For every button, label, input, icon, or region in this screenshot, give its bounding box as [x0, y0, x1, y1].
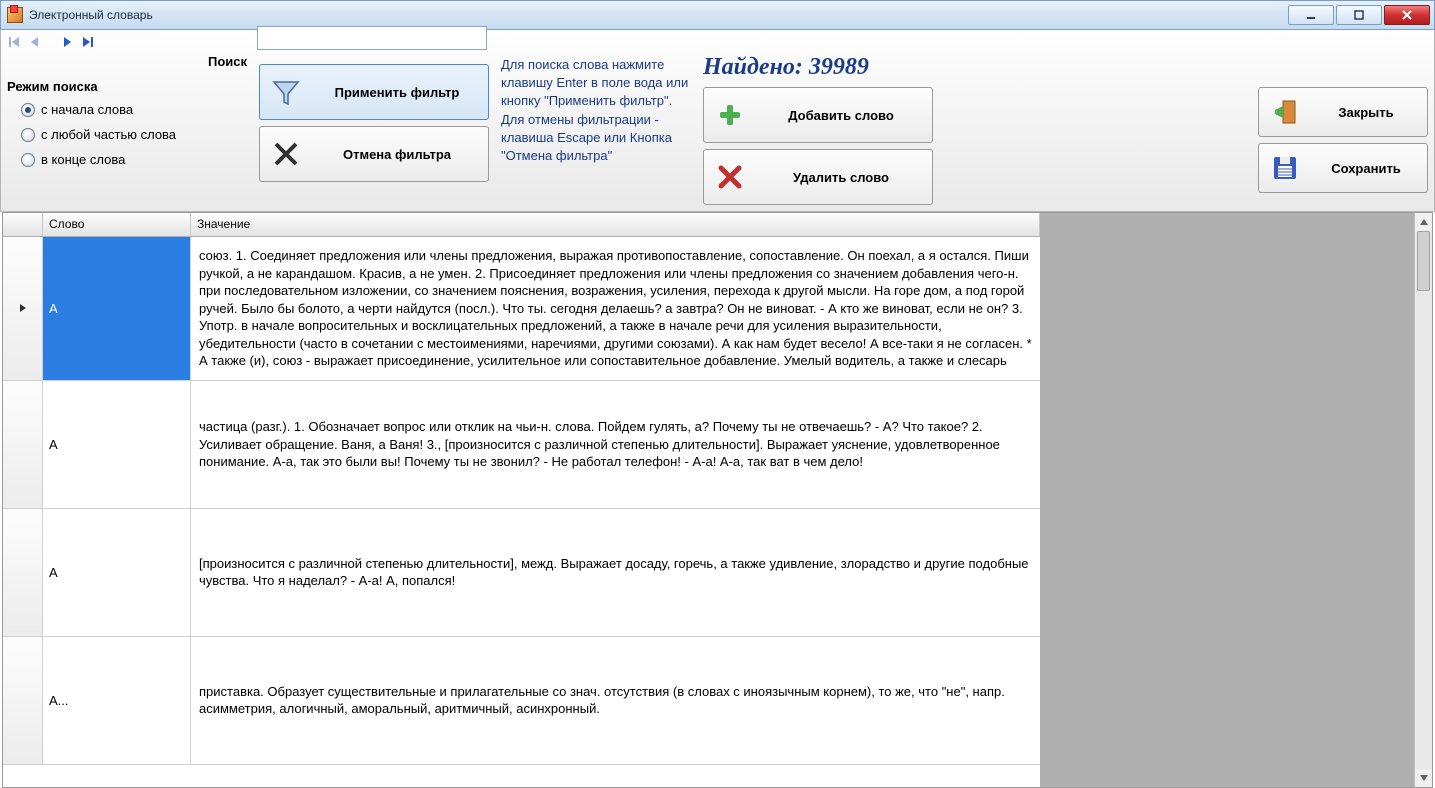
floppy-disk-icon: [1267, 150, 1303, 186]
cell-word[interactable]: А: [43, 381, 191, 508]
data-grid-container: Слово Значение А союз. 1. Соединяет пред…: [2, 212, 1433, 788]
delete-word-button[interactable]: Удалить слово: [703, 149, 933, 205]
prev-record-button[interactable]: [27, 34, 43, 50]
cell-word[interactable]: А...: [43, 637, 191, 764]
button-label: Применить фильтр: [314, 85, 480, 100]
apply-filter-button[interactable]: Применить фильтр: [259, 64, 489, 120]
record-navigator: [7, 32, 1428, 52]
grid-empty-area: [1040, 213, 1414, 787]
mode-start-radio[interactable]: с начала слова: [21, 102, 233, 117]
cancel-filter-button[interactable]: Отмена фильтра: [259, 126, 489, 182]
scrollbar-thumb[interactable]: [1417, 231, 1430, 291]
found-count-label: Найдено: 39989: [703, 54, 1428, 81]
save-button[interactable]: Сохранить: [1258, 143, 1428, 193]
cell-definition[interactable]: союз. 1. Соединяет предложения или члены…: [191, 237, 1040, 380]
scroll-down-icon[interactable]: [1415, 769, 1432, 787]
close-button[interactable]: Закрыть: [1258, 87, 1428, 137]
toolbar: Поиск Режим поиска с начала слова с любо…: [0, 30, 1435, 212]
button-label: Закрыть: [1313, 105, 1419, 120]
search-label: Поиск: [208, 54, 247, 69]
table-row[interactable]: А... приставка. Образует существительные…: [3, 637, 1040, 765]
window-title: Электронный словарь: [29, 8, 1282, 22]
delete-x-icon: [712, 159, 748, 195]
button-label: Удалить слово: [758, 170, 924, 185]
add-word-button[interactable]: Добавить слово: [703, 87, 933, 143]
mode-anywhere-radio[interactable]: с любой частью слова: [21, 127, 233, 142]
cell-definition[interactable]: [произносится с различной степенью длите…: [191, 509, 1040, 636]
cell-definition[interactable]: приставка. Образует существительные и пр…: [191, 637, 1040, 764]
grid-header: Слово Значение: [3, 213, 1040, 237]
titlebar: Электронный словарь: [0, 0, 1435, 30]
maximize-button[interactable]: [1336, 5, 1382, 25]
button-label: Добавить слово: [758, 108, 924, 123]
radio-icon: [21, 153, 35, 167]
column-header-word[interactable]: Слово: [43, 213, 191, 236]
app-icon: [7, 7, 23, 23]
radio-label: с любой частью слова: [41, 127, 176, 142]
row-indicator: [3, 381, 43, 508]
last-record-button[interactable]: [79, 34, 95, 50]
funnel-icon: [268, 74, 304, 110]
row-header-corner: [3, 213, 43, 236]
column-header-definition[interactable]: Значение: [191, 213, 1040, 236]
first-record-button[interactable]: [7, 34, 23, 50]
door-exit-icon: [1267, 94, 1303, 130]
grid-body: А союз. 1. Соединяет предложения или чле…: [3, 237, 1040, 765]
row-indicator: [3, 637, 43, 764]
radio-icon: [21, 128, 35, 142]
row-indicator: [3, 509, 43, 636]
table-row[interactable]: А частица (разг.). 1. Обозначает вопрос …: [3, 381, 1040, 509]
radio-label: в конце слова: [41, 152, 125, 167]
minimize-button[interactable]: [1288, 5, 1334, 25]
data-grid[interactable]: Слово Значение А союз. 1. Соединяет пред…: [3, 213, 1040, 787]
search-input[interactable]: [257, 26, 487, 50]
radio-icon: [21, 103, 35, 117]
cell-definition[interactable]: частица (разг.). 1. Обозначает вопрос ил…: [191, 381, 1040, 508]
window-controls: [1288, 5, 1430, 25]
button-label: Отмена фильтра: [314, 147, 480, 162]
search-mode-group: с начала слова с любой частью слова в ко…: [7, 96, 247, 173]
table-row[interactable]: А союз. 1. Соединяет предложения или чле…: [3, 237, 1040, 381]
vertical-scrollbar[interactable]: [1414, 213, 1432, 787]
cell-word[interactable]: А: [43, 237, 191, 380]
radio-label: с начала слова: [41, 102, 133, 117]
next-record-button[interactable]: [59, 34, 75, 50]
close-window-button[interactable]: [1384, 5, 1430, 25]
search-mode-label: Режим поиска: [7, 79, 247, 94]
plus-icon: [712, 97, 748, 133]
row-indicator: [3, 237, 43, 380]
table-row[interactable]: А [произносится с различной степенью дли…: [3, 509, 1040, 637]
help-text: Для поиска слова нажмите клавишу Enter в…: [501, 54, 691, 165]
button-label: Сохранить: [1313, 161, 1419, 176]
cross-icon: [268, 136, 304, 172]
cell-word[interactable]: А: [43, 509, 191, 636]
scroll-up-icon[interactable]: [1415, 213, 1432, 231]
mode-end-radio[interactable]: в конце слова: [21, 152, 233, 167]
